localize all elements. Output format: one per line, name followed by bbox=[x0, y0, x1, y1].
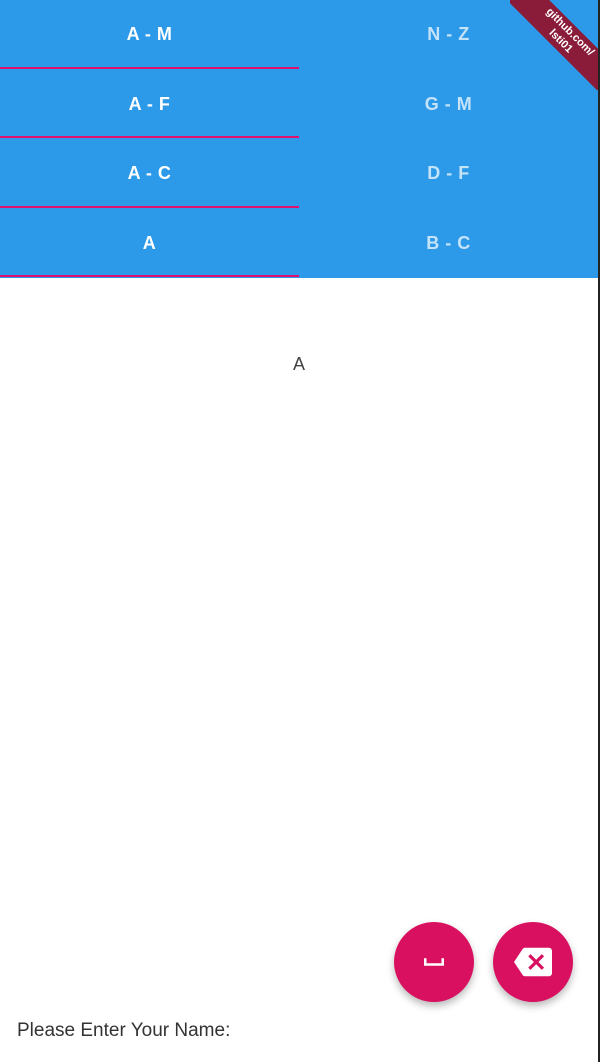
app-screen: A - M N - Z A - F G - M A - C D - F A B … bbox=[0, 0, 600, 1062]
selected-letter: A bbox=[292, 354, 305, 374]
tab-row-4: A B - C bbox=[0, 209, 598, 279]
tab-d-f[interactable]: D - F bbox=[299, 139, 598, 209]
tab-selected-indicator bbox=[0, 136, 299, 138]
tab-a[interactable]: A bbox=[0, 209, 299, 279]
backspace-icon bbox=[514, 943, 552, 981]
tab-a-c[interactable]: A - C bbox=[0, 139, 299, 209]
tab-label: A - M bbox=[126, 24, 173, 45]
tab-label: B - C bbox=[426, 232, 471, 253]
tab-label: A bbox=[142, 232, 157, 253]
backspace-button[interactable] bbox=[493, 922, 573, 1002]
tab-row-2: A - F G - M bbox=[0, 70, 598, 140]
tab-selected-indicator bbox=[0, 66, 299, 69]
tab-label: G - M bbox=[424, 93, 473, 114]
letter-tab-bar: A - M N - Z A - F G - M A - C D - F A B … bbox=[0, 0, 598, 278]
tab-label: N - Z bbox=[427, 24, 470, 45]
name-prompt-label: Please Enter Your Name: bbox=[17, 1020, 231, 1041]
tab-label: A - F bbox=[128, 93, 171, 114]
space-button[interactable] bbox=[394, 922, 474, 1002]
tab-selected-indicator bbox=[0, 275, 299, 277]
content-area bbox=[0, 278, 598, 1008]
tab-a-f[interactable]: A - F bbox=[0, 70, 299, 140]
tab-a-m[interactable]: A - M bbox=[0, 0, 299, 70]
space-bar-icon bbox=[419, 947, 449, 977]
tab-selected-indicator bbox=[0, 205, 299, 208]
tab-row-3: A - C D - F bbox=[0, 139, 598, 209]
tab-label: A - C bbox=[127, 163, 172, 184]
tab-b-c[interactable]: B - C bbox=[299, 209, 598, 279]
tab-label: D - F bbox=[427, 163, 470, 184]
tab-n-z[interactable]: N - Z bbox=[299, 0, 598, 70]
tab-g-m[interactable]: G - M bbox=[299, 70, 598, 140]
tab-row-1: A - M N - Z bbox=[0, 0, 598, 70]
